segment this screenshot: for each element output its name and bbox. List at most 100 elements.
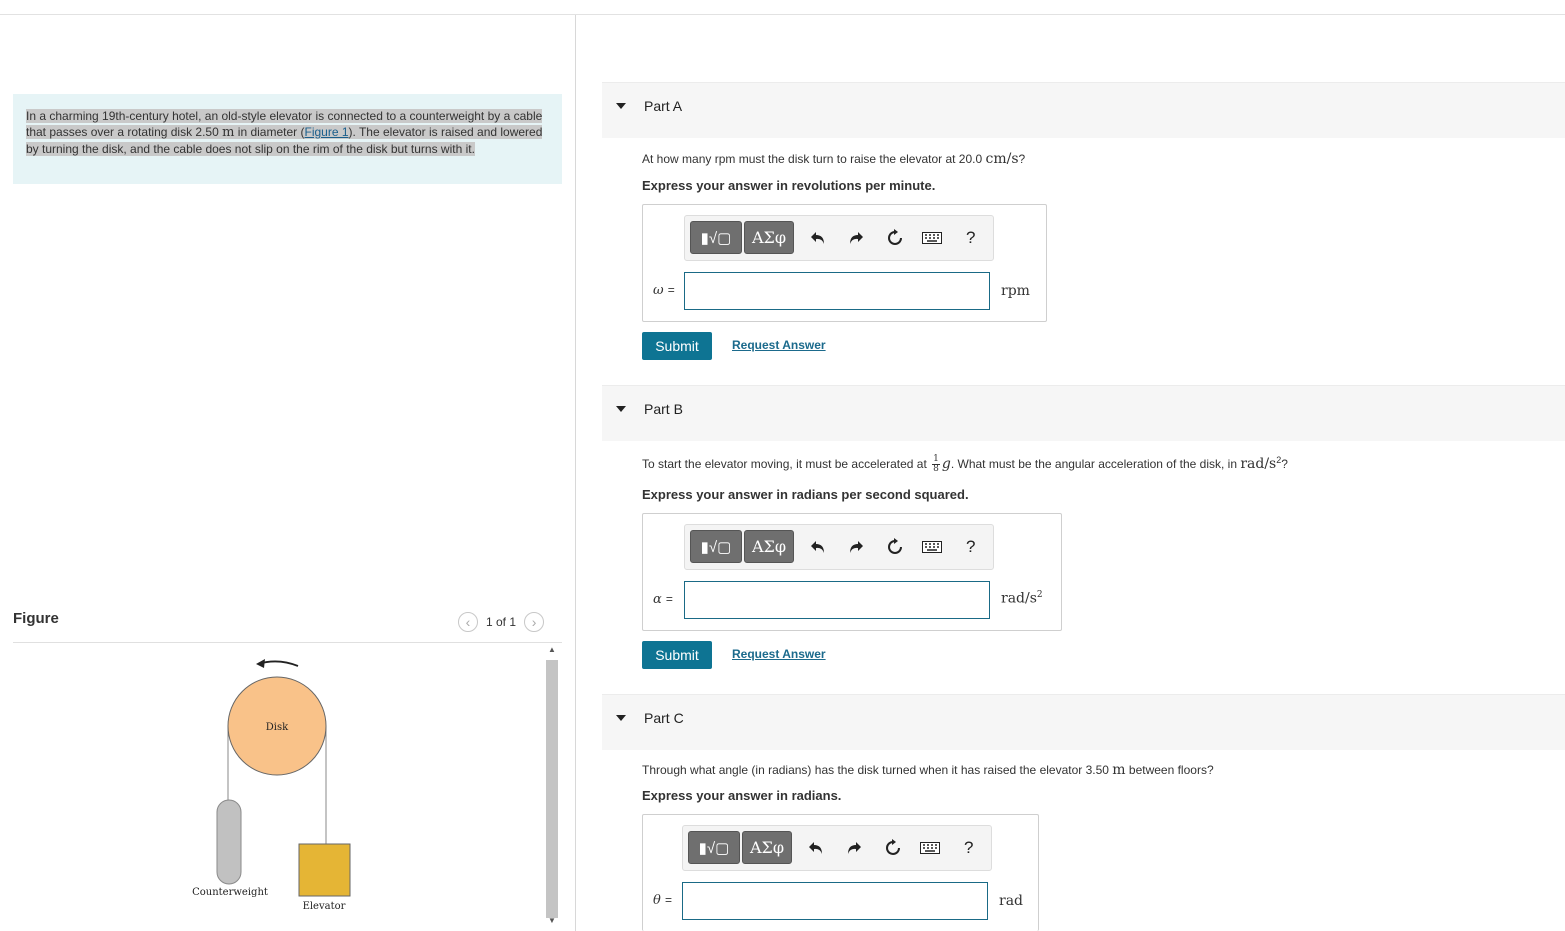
part-b-answer-box: ▮√▢ ΑΣφ ? α = rad/s2 [642,513,1062,631]
fraction-denominator: 8 [933,464,939,475]
figure-link[interactable]: Figure 1 [304,125,348,139]
caret-down-icon [616,715,626,721]
undo-icon[interactable] [808,228,828,248]
part-a-answer-input[interactable] [684,272,990,310]
part-a-answer-box: ▮√▢ ΑΣφ ? ω = rpm [642,204,1047,322]
problem-statement: In a charming 19th-century hotel, an old… [13,94,562,184]
part-c-variable-symbol: θ [653,893,661,908]
part-a-header[interactable]: Part A [602,82,1565,138]
elevator-figure: Disk Counterweight Elevator [192,659,351,912]
caret-down-icon [616,103,626,109]
part-b-variable: α = [653,592,673,607]
redo-icon[interactable] [846,228,866,248]
part-a-question-unit: cm/s [985,151,1019,167]
part-a-submit-button[interactable]: Submit [642,332,712,360]
templates-button[interactable]: ▮√▢ [690,530,742,563]
part-b-question-text: To start the elevator moving, it must be… [642,457,931,471]
next-figure-button[interactable]: › [524,612,545,632]
part-c-title: Part C [644,710,684,726]
templates-icon: ▮√▢ [700,538,732,556]
help-icon[interactable]: ? [964,838,973,858]
part-b-submit-button[interactable]: Submit [642,641,712,669]
part-c-instruction: Express your answer in radians. [642,788,842,803]
part-b-variable-symbol: α [653,592,662,607]
part-a-question-end: ? [1018,152,1026,166]
part-b-math-toolbar: ▮√▢ ΑΣφ ? [684,524,994,570]
scroll-up-icon[interactable]: ▲ [548,645,556,654]
part-b-unit-exponent: 2 [1036,590,1043,600]
part-b-header[interactable]: Part B [602,385,1565,441]
part-a-request-answer-link[interactable]: Request Answer [732,338,826,352]
elevator-label: Elevator [303,901,346,912]
part-c-answer-box: ▮√▢ ΑΣφ ? θ = rad [642,814,1039,931]
redo-icon[interactable] [844,838,864,858]
templates-icon: ▮√▢ [698,839,730,857]
keyboard-icon[interactable] [920,838,940,858]
keyboard-icon[interactable] [922,537,942,557]
problem-unit-m: m [222,125,235,140]
templates-icon: ▮√▢ [700,229,732,247]
templates-button[interactable]: ▮√▢ [690,221,742,254]
part-c-header[interactable]: Part C [602,694,1565,750]
problem-text-highlight: In a charming 19th-century hotel, an old… [26,109,543,156]
part-c-question-end: between floors? [1125,763,1214,777]
part-b-request-answer-link[interactable]: Request Answer [732,647,826,661]
part-c-question-text: Through what angle (in radians) has the … [642,763,1113,777]
part-c-variable: θ = [653,893,672,908]
part-c-math-toolbar: ▮√▢ ΑΣφ ? [682,825,992,871]
symbols-button[interactable]: ΑΣφ [744,530,794,563]
symbols-button[interactable]: ΑΣφ [744,221,794,254]
figure-scrollbar[interactable]: ▲ ▼ [544,645,559,931]
rotation-arrow-head [256,659,265,668]
help-icon[interactable]: ? [966,228,975,248]
part-c-question: Through what angle (in radians) has the … [642,762,1214,778]
figure-pagination: ‹ 1 of 1 › [458,611,545,633]
part-c-answer-input[interactable] [682,882,988,920]
part-a-unit: rpm [1001,283,1030,299]
part-a-math-toolbar: ▮√▢ ΑΣφ ? [684,215,994,261]
part-b-question-mid: . What must be the angular acceleration … [950,457,1241,471]
caret-down-icon [616,406,626,412]
chevron-right-icon: › [531,614,537,630]
part-c-question-unit: m [1112,762,1126,778]
part-a-instruction: Express your answer in revolutions per m… [642,178,936,193]
part-a-title: Part A [644,98,683,114]
disk-label: Disk [266,722,289,733]
part-b-question-unit: rad/s [1240,456,1277,472]
problem-text-2: in diameter ( [234,125,305,139]
keyboard-icon[interactable] [922,228,942,248]
help-icon[interactable]: ? [966,537,975,557]
undo-icon[interactable] [806,838,826,858]
previous-figure-button[interactable]: ‹ [458,612,478,632]
reset-icon[interactable] [883,838,903,858]
part-a-question: At how many rpm must the disk turn to ra… [642,151,1025,167]
chevron-left-icon: ‹ [465,614,471,630]
symbols-label: ΑΣφ [751,537,787,556]
reset-icon[interactable] [885,228,905,248]
part-c-unit: rad [999,893,1024,909]
figure-title: Figure [13,610,59,627]
part-b-question: To start the elevator moving, it must be… [642,455,1288,474]
part-b-unit: rad/s2 [1001,590,1043,607]
top-border [0,14,1565,15]
fraction-one-eighth: 18 [932,455,940,474]
scroll-down-icon[interactable]: ▼ [548,916,556,925]
counterweight-label: Counterweight [192,887,268,898]
symbols-label: ΑΣφ [749,838,785,857]
counterweight-shape [216,799,242,885]
undo-icon[interactable] [808,537,828,557]
part-a-variable-symbol: ω [653,283,664,298]
part-a-variable: ω = [653,283,675,298]
templates-button[interactable]: ▮√▢ [688,831,740,864]
pane-divider [575,15,576,931]
elevator-shape [298,843,351,897]
part-b-answer-input[interactable] [684,581,990,619]
figure-separator [13,642,562,643]
symbols-button[interactable]: ΑΣφ [742,831,792,864]
part-b-title: Part B [644,401,683,417]
symbols-label: ΑΣφ [751,228,787,247]
part-b-unit-text: rad/s [1001,590,1037,607]
scrollbar-thumb[interactable] [546,660,558,918]
redo-icon[interactable] [846,537,866,557]
reset-icon[interactable] [885,537,905,557]
